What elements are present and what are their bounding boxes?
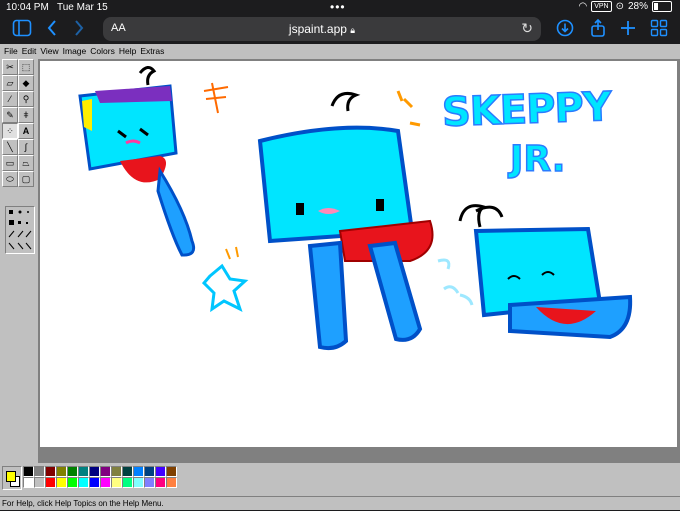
menu-image[interactable]: Image [63,46,87,56]
drawing-title-line1: SKEPPY [440,83,612,136]
jspaint-app: File Edit View Image Colors Help Extras … [0,44,680,510]
back-icon[interactable] [46,19,58,41]
reload-icon[interactable]: ↻ [521,20,533,37]
palette-swatch[interactable] [133,477,144,488]
pencil-tool[interactable]: ✎ [2,107,18,123]
url-text: jspaint.app [288,22,347,36]
palette-swatch[interactable] [155,466,166,477]
menu-extras[interactable]: Extras [140,46,164,56]
eraser-tool[interactable]: ▱ [2,75,18,91]
palette-swatch[interactable] [34,477,45,488]
ellipse-tool[interactable]: ⬭ [2,171,18,187]
palette-swatch[interactable] [166,466,177,477]
tool-options[interactable] [5,206,35,254]
palette-swatch[interactable] [23,477,34,488]
menu-view[interactable]: View [40,46,58,56]
palette-swatch[interactable] [56,466,67,477]
new-tab-icon[interactable] [620,19,636,41]
line-tool[interactable]: ╲ [2,139,18,155]
wifi-icon: ◠ [578,1,588,12]
palette-swatch[interactable] [45,466,56,477]
palette-swatch[interactable] [23,466,34,477]
select-tool[interactable]: ⬚ [18,59,34,75]
character-middle [201,90,434,351]
brush-tool[interactable]: ǂ [18,107,34,123]
palette-swatch[interactable] [34,466,45,477]
airbrush-tool[interactable]: ⁘ [2,123,18,139]
share-icon[interactable] [590,18,606,41]
vpn-badge: VPN [591,1,612,12]
browser-toolbar: AA jspaint.app 🔒︎ ↻ [0,16,680,42]
palette-swatch[interactable] [67,477,78,488]
menu-edit[interactable]: Edit [22,46,37,56]
drawing-title-line2: JR. [509,138,566,181]
curve-tool[interactable]: ∫ [18,139,34,155]
battery-percent: 28% [627,1,648,12]
palette-swatch[interactable] [100,477,111,488]
palette-swatch[interactable] [144,477,155,488]
pick-color-tool[interactable]: ⁄ [2,91,18,107]
palette-swatch[interactable] [144,466,155,477]
multitask-dots-icon[interactable]: ••• [330,0,346,14]
menu-help[interactable]: Help [119,46,136,56]
rectangle-tool[interactable]: ▭ [2,155,18,171]
palette-swatch[interactable] [78,466,89,477]
rounded-rectangle-tool[interactable]: ▢ [18,171,34,187]
palette-swatch[interactable] [155,477,166,488]
palette-swatch[interactable] [89,466,100,477]
menu-colors[interactable]: Colors [90,46,115,56]
palette-swatch[interactable] [122,466,133,477]
text-tool[interactable]: A [18,123,34,139]
palette-swatch[interactable] [166,477,177,488]
color-box [0,464,680,494]
battery-icon [652,1,672,12]
sidebar-icon[interactable] [12,19,32,41]
date-label: Tue Mar 15 [56,2,108,13]
character-right [437,204,633,340]
palette-swatch[interactable] [67,466,78,477]
palette-swatch[interactable] [100,466,111,477]
current-colors[interactable] [2,466,22,490]
ios-status-bar: 10:04 PM Tue Mar 15 ••• ◠ VPN ⊙ 28% [0,0,680,16]
tab-overview-icon[interactable] [650,19,668,41]
menu-bar: File Edit View Image Colors Help Extras [0,44,680,58]
magnifier-tool[interactable]: ⚲ [18,91,34,107]
lock-icon: 🔒︎ [350,25,356,35]
canvas-area: SKEPPY JR. [38,59,680,463]
polygon-tool[interactable]: ⏢ [18,155,34,171]
url-bar[interactable]: AA jspaint.app 🔒︎ ↻ [103,17,541,41]
tool-options-icon [8,210,32,250]
palette-swatch[interactable] [78,477,89,488]
menu-file[interactable]: File [4,46,18,56]
time-label: 10:04 PM [6,2,49,13]
downloads-icon[interactable] [556,19,574,41]
primary-color[interactable] [6,471,16,482]
forward-icon[interactable] [73,19,85,41]
tool-box: ✂ ⬚ ▱ ◆ ⁄ ⚲ ✎ ǂ ⁘ A ╲ ∫ ▭ ⏢ ⬭ ▢ [2,59,36,464]
free-form-select-tool[interactable]: ✂ [2,59,18,75]
character-left [78,66,229,257]
orientation-lock-icon: ⊙ [615,1,624,12]
palette-swatch[interactable] [56,477,67,488]
drawing-canvas[interactable]: SKEPPY JR. [40,61,677,447]
palette-swatch[interactable] [111,477,122,488]
palette-swatch[interactable] [111,466,122,477]
palette-swatch[interactable] [122,477,133,488]
fill-tool[interactable]: ◆ [18,75,34,91]
palette-swatch[interactable] [89,477,100,488]
status-bar-text: For Help, click Help Topics on the Help … [0,496,680,511]
palette-swatch[interactable] [133,466,144,477]
palette-swatch[interactable] [45,477,56,488]
